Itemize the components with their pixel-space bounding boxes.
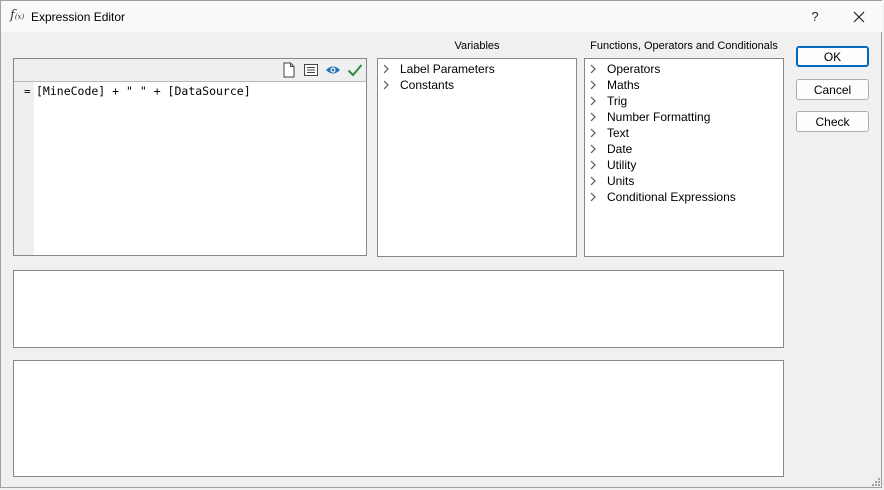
chevron-right-icon <box>590 157 602 173</box>
tree-item-label: Trig <box>607 94 628 108</box>
tree-item-label: Number Formatting <box>607 110 711 124</box>
list-icon[interactable] <box>302 61 320 79</box>
tree-item-operators[interactable]: Operators <box>590 61 660 77</box>
result-pane[interactable] <box>13 270 784 348</box>
function-icon: f(x) <box>10 8 25 23</box>
chevron-right-icon <box>590 189 602 205</box>
functions-tree[interactable]: Operators Maths Trig Number Formatting T… <box>584 58 784 257</box>
equals-prefix: = <box>24 85 31 98</box>
chevron-right-icon <box>590 109 602 125</box>
tree-item-utility[interactable]: Utility <box>590 157 636 173</box>
tree-item-label: Units <box>607 174 635 188</box>
tree-item-label: Label Parameters <box>400 62 495 76</box>
resize-grip-icon[interactable] <box>869 475 881 487</box>
tree-item-trig[interactable]: Trig <box>590 93 627 109</box>
ok-button[interactable]: OK <box>796 46 869 67</box>
chevron-right-icon <box>590 141 602 157</box>
editor-toolbar <box>14 59 366 82</box>
new-document-icon[interactable] <box>280 61 298 79</box>
chevron-right-icon <box>383 77 395 93</box>
chevron-right-icon <box>590 61 602 77</box>
expression-text[interactable]: [MineCode] + " " + [DataSource] <box>36 84 251 98</box>
tree-item-constants[interactable]: Constants <box>383 77 454 93</box>
check-button[interactable]: Check <box>796 111 869 132</box>
expression-editor-window: f(x) Expression Editor ? = [MineCode] + … <box>0 0 883 488</box>
tree-item-label-parameters[interactable]: Label Parameters <box>383 61 495 77</box>
variables-header: Variables <box>454 40 500 52</box>
tree-item-label: Maths <box>607 78 640 92</box>
tree-item-units[interactable]: Units <box>590 173 634 189</box>
tree-item-date[interactable]: Date <box>590 141 632 157</box>
preview-eye-icon[interactable] <box>324 61 342 79</box>
chevron-right-icon <box>590 77 602 93</box>
variables-tree[interactable]: Label Parameters Constants <box>377 58 577 257</box>
help-button[interactable]: ? <box>793 1 837 32</box>
chevron-right-icon <box>383 61 395 77</box>
title-bar: f(x) Expression Editor ? <box>1 1 883 32</box>
chevron-right-icon <box>590 93 602 109</box>
tree-item-conditional-expressions[interactable]: Conditional Expressions <box>590 189 736 205</box>
tree-item-label: Date <box>607 142 633 156</box>
chevron-right-icon <box>590 125 602 141</box>
close-button[interactable] <box>837 1 881 32</box>
functions-header: Functions, Operators and Conditionals <box>590 40 778 52</box>
tree-item-number-formatting[interactable]: Number Formatting <box>590 109 710 125</box>
tree-item-label: Utility <box>607 158 637 172</box>
tree-item-maths[interactable]: Maths <box>590 77 640 93</box>
tree-item-label: Text <box>607 126 630 140</box>
description-pane[interactable] <box>13 360 784 477</box>
tree-item-label: Conditional Expressions <box>607 190 736 204</box>
validate-check-icon[interactable] <box>346 61 364 79</box>
tree-item-text[interactable]: Text <box>590 125 629 141</box>
tree-item-label: Operators <box>607 62 661 76</box>
chevron-right-icon <box>590 173 602 189</box>
line-gutter <box>14 82 34 255</box>
expression-editor[interactable]: = [MineCode] + " " + [DataSource] <box>13 58 367 256</box>
cancel-button[interactable]: Cancel <box>796 79 869 100</box>
close-icon <box>853 11 865 22</box>
window-title: Expression Editor <box>31 10 126 24</box>
tree-item-label: Constants <box>400 78 455 92</box>
